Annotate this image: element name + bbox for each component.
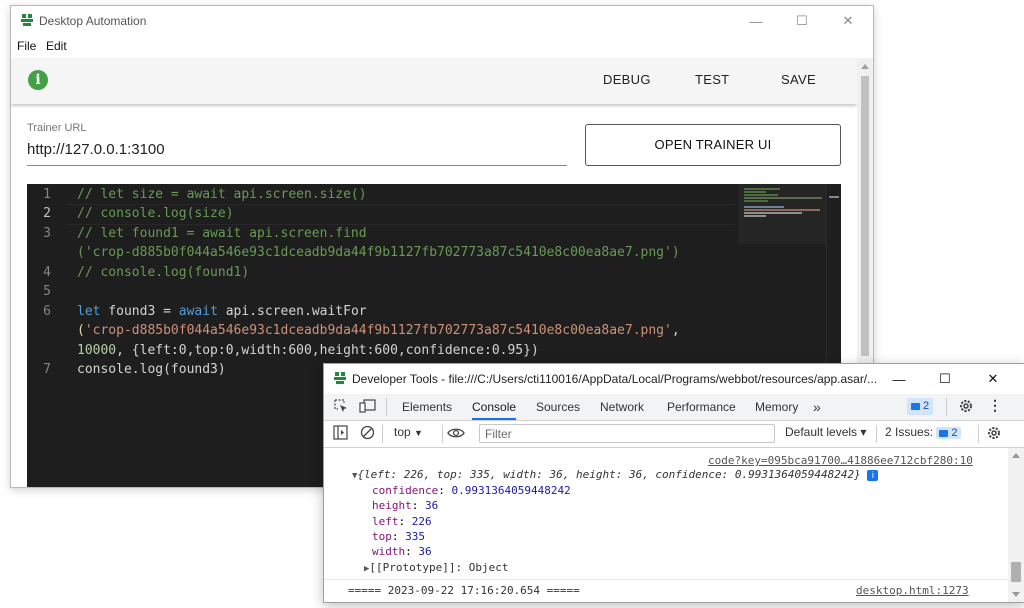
device-toolbar-icon[interactable] <box>359 398 377 417</box>
menu-edit[interactable]: Edit <box>46 39 67 53</box>
open-trainer-ui-button[interactable]: OPEN TRAINER UI <box>585 124 841 166</box>
scroll-down-icon <box>1012 592 1020 597</box>
code-line[interactable]: // let found1 = await api.screen.find <box>77 224 367 243</box>
tab-sources[interactable]: Sources <box>536 394 580 420</box>
app-icon <box>21 14 33 26</box>
code-line-wrap[interactable]: ('crop-d885b0f044a546e93c1dceadb9da44f9b… <box>77 243 680 262</box>
messages-badge[interactable]: 2 <box>907 398 934 415</box>
minimize-icon[interactable]: — <box>733 8 779 34</box>
line-number: 2 <box>43 206 51 221</box>
app-icon <box>334 372 346 384</box>
maximize-icon[interactable]: ☐ <box>922 366 968 392</box>
tab-console[interactable]: Console <box>472 394 517 420</box>
prototype-row[interactable]: ▶[[Prototype]]: Object <box>364 561 509 574</box>
title-bar: Desktop Automation — ☐ ✕ <box>11 6 873 36</box>
console-output: code?key=095bca91700…41886ee712cbf280:10… <box>324 448 1008 602</box>
more-tabs-icon[interactable]: » <box>813 394 821 420</box>
devtools-title-bar: Developer Tools - file:///C:/Users/cti11… <box>324 364 1024 394</box>
trainer-url-label: Trainer URL <box>27 122 87 134</box>
console-settings-icon[interactable] <box>986 425 1002 444</box>
menu-file[interactable]: File <box>17 39 36 53</box>
context-selector[interactable]: top ▼ <box>394 425 423 439</box>
tab-memory[interactable]: Memory <box>755 394 798 420</box>
code-minimap[interactable] <box>738 184 828 244</box>
close-icon[interactable]: ✕ <box>825 8 871 34</box>
devtools-window: Developer Tools - file:///C:/Users/cti11… <box>323 363 1024 603</box>
line-number: 4 <box>43 265 51 280</box>
menu-bar: File Edit <box>11 36 873 58</box>
scroll-up-icon <box>1012 453 1020 458</box>
close-icon[interactable]: ✕ <box>970 366 1016 392</box>
code-line[interactable]: console.log(found3) <box>77 360 226 379</box>
console-filter-bar: top ▼ Filter Default levels ▾ 2 Issues: … <box>324 421 1024 448</box>
window-title: Desktop Automation <box>39 14 147 28</box>
minimize-icon[interactable]: — <box>876 366 922 392</box>
clear-console-icon[interactable] <box>360 425 375 443</box>
line-number: 1 <box>43 187 51 202</box>
test-button[interactable]: TEST <box>695 72 729 87</box>
devtools-tab-bar: Elements Console Sources Network Perform… <box>324 394 1024 421</box>
maximize-icon[interactable]: ☐ <box>779 8 825 34</box>
tab-network[interactable]: Network <box>600 394 644 420</box>
line-number: 6 <box>43 304 51 319</box>
source-link[interactable]: code?key=095bca91700…41886ee712cbf280:10 <box>708 454 973 467</box>
prop-width: width: 36 <box>372 545 432 558</box>
issues-button[interactable]: 2 Issues: 2 <box>885 425 961 442</box>
scroll-thumb <box>1011 562 1021 582</box>
save-button[interactable]: SAVE <box>781 72 816 87</box>
log-object[interactable]: ▼{left: 226, top: 335, width: 36, height… <box>352 468 879 481</box>
line-number: 7 <box>43 362 51 377</box>
trainer-url-input[interactable]: http://127.0.0.1:3100 <box>27 139 567 166</box>
toolbar: i DEBUG TEST SAVE <box>11 58 857 104</box>
debug-button[interactable]: DEBUG <box>603 72 651 87</box>
code-line-wrap[interactable]: ('crop-d885b0f044a546e93c1dceadb9da44f9b… <box>77 321 680 340</box>
devtools-title: Developer Tools - file:///C:/Users/cti11… <box>352 372 878 386</box>
info-icon[interactable]: i <box>28 70 48 90</box>
tab-performance[interactable]: Performance <box>667 394 736 420</box>
prop-height: height: 36 <box>372 499 439 512</box>
inspect-element-icon[interactable] <box>333 398 349 417</box>
code-line[interactable]: // let size = await api.screen.size() <box>77 185 367 204</box>
code-line-wrap[interactable]: 10000, {left:0,top:0,width:600,height:60… <box>77 341 539 360</box>
settings-gear-icon[interactable] <box>958 398 974 417</box>
code-line[interactable]: // console.log(size) <box>77 204 234 223</box>
prop-top: top: 335 <box>372 530 425 543</box>
timestamp-log: ===== 2023-09-22 17:16:20.654 ===== <box>348 584 580 597</box>
prop-left: left: 226 <box>372 515 432 528</box>
scroll-up-icon[interactable] <box>861 64 869 69</box>
line-number: 5 <box>43 284 51 299</box>
code-line[interactable]: let found3 = await api.screen.waitFor <box>77 302 367 321</box>
tab-elements[interactable]: Elements <box>402 394 452 420</box>
info-icon: i <box>867 469 879 481</box>
prop-confidence: confidence: 0.9931364059448242 <box>372 484 571 497</box>
sidebar-toggle-icon[interactable] <box>333 425 348 443</box>
scroll-thumb[interactable] <box>861 76 869 356</box>
source-link[interactable]: desktop.html:1273 <box>856 584 969 597</box>
default-levels-dropdown[interactable]: Default levels ▾ <box>785 425 866 439</box>
line-number: 3 <box>43 226 51 241</box>
more-options-icon[interactable]: ⋮ <box>988 397 1002 414</box>
code-line[interactable]: // console.log(found1) <box>77 263 249 282</box>
console-scrollbar[interactable] <box>1008 448 1024 602</box>
eye-icon[interactable] <box>447 426 465 443</box>
filter-input[interactable]: Filter <box>479 424 775 443</box>
